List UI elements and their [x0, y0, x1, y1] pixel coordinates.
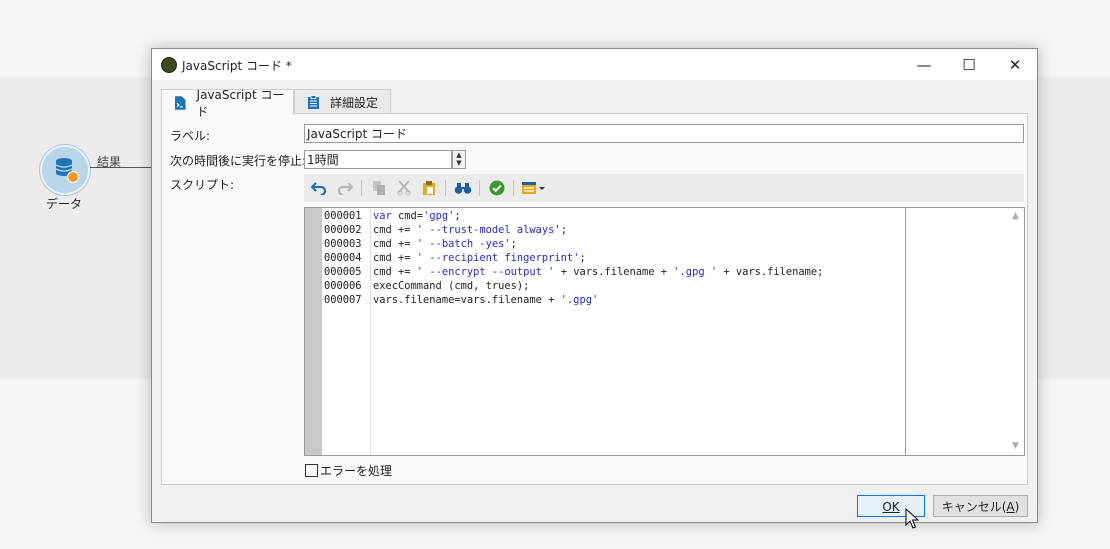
line-number: 000001	[324, 210, 362, 222]
javascript-code-dialog: JavaScript コード * — ☐ ✕ JavaScript コード 詳細…	[151, 48, 1038, 523]
script-field-label: スクリプト:	[170, 178, 235, 192]
tab-javascript-code[interactable]: JavaScript コード	[161, 88, 294, 119]
data-node[interactable]	[40, 145, 90, 195]
cancel-accelerator: A	[1006, 500, 1015, 514]
settings-list-icon	[308, 94, 319, 109]
code-token: + vars.filename;	[717, 266, 824, 278]
code-token: ;	[579, 252, 586, 264]
code-text-area[interactable]: var cmd='gpg'; cmd += ' --trust-model alw…	[373, 209, 903, 307]
timeout-field-label: 次の時間後に実行を停止:	[170, 154, 307, 168]
code-token-highlight: ' --recipient fingerprint'	[416, 252, 580, 264]
handle-errors-checkbox[interactable]: エラーを処理	[305, 462, 392, 479]
cut-icon[interactable]	[394, 178, 414, 198]
code-editor[interactable]: 000001 000002 000003 000004 000005 00000…	[304, 207, 1025, 456]
script-toolbar	[304, 174, 1024, 202]
code-token: execCommand (cmd, trues);	[373, 280, 530, 292]
checkbox-label: エラーを処理	[320, 464, 393, 478]
timeout-input[interactable]: 1時間	[304, 150, 452, 169]
code-token: + vars.filename +	[554, 266, 674, 278]
scroll-down-icon[interactable]: ▼	[1007, 438, 1024, 455]
code-token-highlight: ' --trust-model always'	[416, 224, 561, 236]
cancel-button[interactable]: キャンセル(A)	[933, 495, 1028, 517]
dialog-title: JavaScript コード *	[182, 59, 292, 73]
script-file-icon	[174, 95, 186, 110]
line-numbers: 000001 000002 000003 000004 000005 00000…	[324, 209, 371, 455]
scroll-up-icon[interactable]: ▲	[1007, 208, 1024, 225]
code-line: cmd += ' --encrypt --output ' + vars.fil…	[373, 265, 903, 279]
maximize-button[interactable]: ☐	[946, 49, 992, 80]
margin-line	[905, 208, 906, 455]
node-label: データ	[45, 197, 82, 211]
tab-panel: ラベル: JavaScript コード 次の時間後に実行を停止: 1時間 ▲ ▼…	[161, 113, 1028, 485]
code-line: cmd += ' --batch -yes';	[373, 237, 903, 251]
code-token-highlight: ' --batch -yes'	[416, 238, 511, 250]
redo-icon[interactable]	[335, 178, 355, 198]
code-token-highlight: ' --encrypt --output '	[416, 266, 555, 278]
code-token: cmd +=	[373, 224, 417, 236]
ok-label: OK	[882, 500, 900, 514]
label-field-label: ラベル:	[170, 129, 211, 143]
transition-label: 結果	[97, 155, 122, 169]
line-number: 000003	[324, 238, 362, 250]
code-token: ;	[510, 238, 517, 250]
toolbar-separator	[361, 180, 362, 196]
tab-label: 詳細設定	[330, 95, 379, 110]
code-token: cmd +=	[373, 238, 417, 250]
code-token: cmd=	[391, 210, 424, 222]
editor-gutter	[305, 208, 322, 455]
code-token-highlight: '.gpg'	[560, 294, 599, 306]
close-button[interactable]: ✕	[992, 49, 1038, 80]
label-input[interactable]: JavaScript コード	[304, 124, 1024, 143]
line-number: 000004	[324, 252, 362, 264]
mouse-pointer-icon	[905, 508, 919, 529]
code-line: var cmd='gpg';	[373, 209, 903, 223]
code-token-highlight: var	[373, 210, 392, 222]
spin-up-icon[interactable]: ▲	[453, 151, 465, 159]
toolbar-separator	[445, 180, 446, 196]
code-token: vars.filename=vars.filename +	[373, 294, 561, 306]
find-icon[interactable]	[453, 178, 473, 198]
vertical-scrollbar[interactable]: ▲ ▼	[1007, 208, 1024, 455]
line-number: 000007	[324, 294, 362, 306]
spin-down-icon[interactable]: ▼	[453, 159, 465, 167]
cancel-label-end: )	[1014, 500, 1020, 514]
line-number: 000006	[324, 280, 362, 292]
line-number: 000002	[324, 224, 362, 236]
title-bar: JavaScript コード * — ☐ ✕	[152, 49, 1037, 80]
checkbox-box[interactable]	[305, 464, 318, 477]
undo-icon[interactable]	[309, 178, 329, 198]
app-icon	[161, 57, 177, 73]
line-number: 000005	[324, 266, 362, 278]
code-token: cmd +=	[373, 266, 417, 278]
cancel-label: キャンセル(	[941, 500, 1007, 514]
code-token-highlight: 'gpg'	[423, 210, 455, 222]
code-token-highlight: '.gpg '	[673, 266, 718, 278]
code-line: execCommand (cmd, trues);	[373, 279, 903, 293]
minimize-button[interactable]: —	[901, 49, 947, 80]
code-line: vars.filename=vars.filename + '.gpg'	[373, 293, 903, 307]
check-syntax-icon[interactable]	[487, 178, 507, 198]
code-line: cmd += ' --trust-model always';	[373, 223, 903, 237]
paste-icon[interactable]	[419, 178, 439, 198]
code-token: ;	[560, 224, 567, 236]
insert-menu-icon[interactable]	[520, 178, 548, 198]
tab-label: JavaScript コード	[196, 87, 285, 119]
copy-icon[interactable]	[369, 178, 389, 198]
toolbar-separator	[513, 180, 514, 196]
timeout-spinner[interactable]: ▲ ▼	[452, 150, 466, 169]
code-token: ;	[454, 210, 461, 222]
code-line: cmd += ' --recipient fingerprint';	[373, 251, 903, 265]
code-token: cmd +=	[373, 252, 417, 264]
status-dot	[67, 171, 79, 183]
tab-advanced-settings[interactable]: 詳細設定	[294, 89, 391, 114]
toolbar-separator	[479, 180, 480, 196]
